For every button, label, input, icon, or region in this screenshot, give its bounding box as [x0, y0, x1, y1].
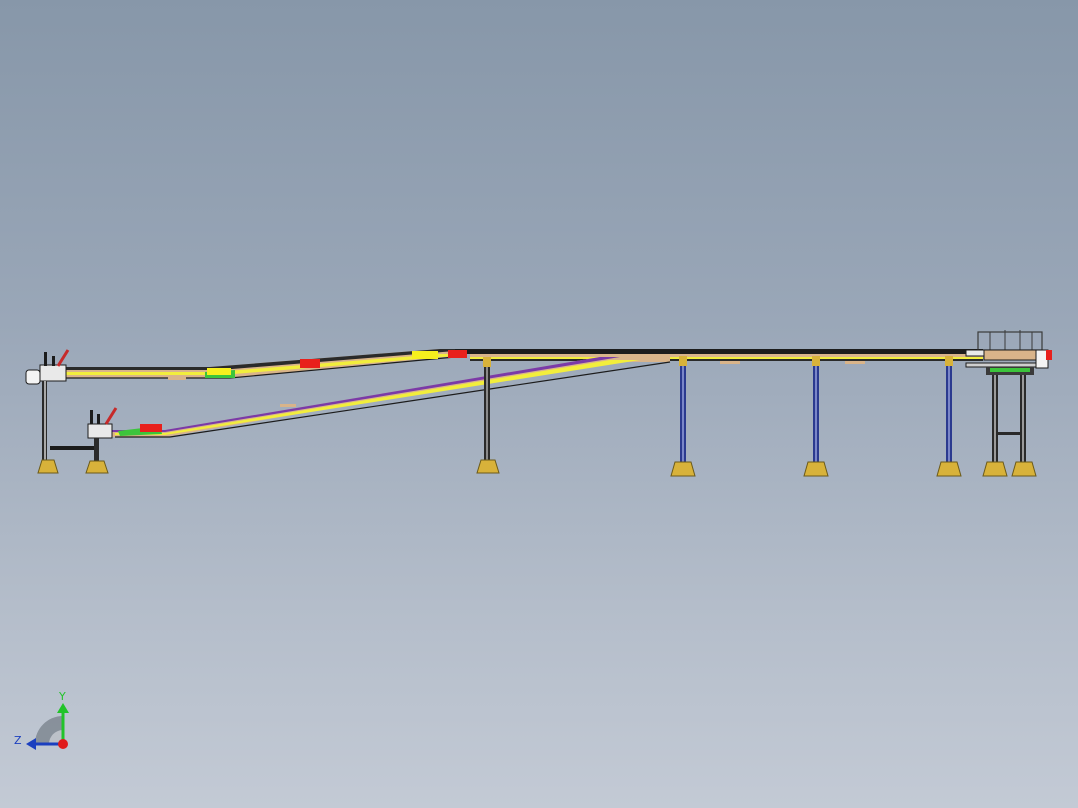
left-lower-machine: [85, 407, 118, 474]
conveyor-model[interactable]: Y Z: [0, 0, 1078, 808]
y-axis-label: Y: [58, 690, 66, 703]
x-axis-dot: [58, 739, 68, 749]
upper-red-block-2: [448, 350, 467, 358]
support-leg-4: [936, 356, 962, 477]
orientation-triad: Y Z: [14, 690, 69, 750]
support-leg-2: [670, 356, 696, 477]
cad-viewport[interactable]: Y Z: [0, 0, 1078, 808]
support-leg-1: [476, 357, 500, 474]
z-axis-label: Z: [14, 734, 22, 747]
upper-incline-conveyor: [60, 349, 467, 380]
upper-yellow-block-2: [412, 351, 438, 359]
support-leg-3: [803, 356, 829, 477]
upper-horizontal-conveyor: [455, 349, 983, 364]
lower-red-block: [140, 424, 162, 432]
right-end-machine: [965, 330, 1052, 477]
upper-red-block-1: [300, 359, 320, 368]
upper-yellow-block: [207, 368, 231, 375]
